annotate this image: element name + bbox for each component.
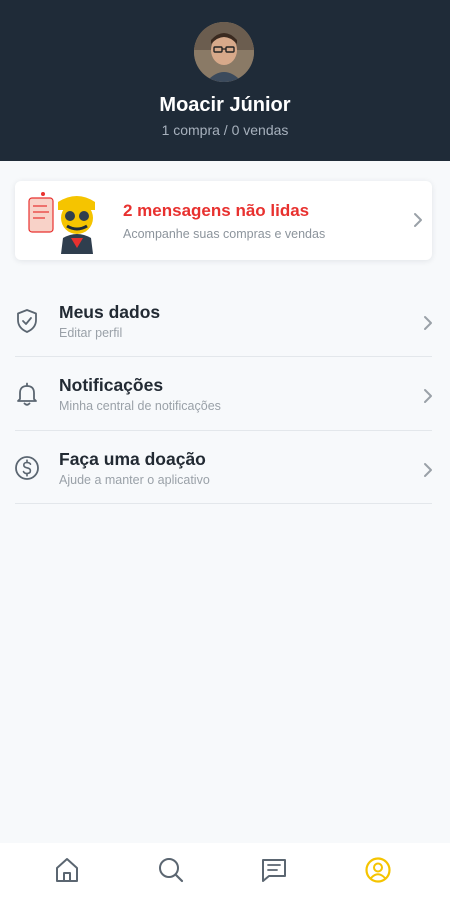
menu-item-title: Notificações	[59, 375, 164, 395]
menu-item-meus-dados[interactable]: Meus dados Editar perfil	[0, 284, 450, 358]
unread-messages-title: 2 mensagens não lidas	[123, 201, 310, 220]
search-icon[interactable]	[156, 855, 186, 885]
menu-item-doacao[interactable]: Faça uma doação Ajude a manter o aplicat…	[0, 431, 450, 505]
user-name: Moacir Júnior	[159, 94, 291, 116]
menu-item-notificacoes[interactable]: Notificações Minha central de notificaçõ…	[0, 357, 450, 431]
divider	[15, 503, 432, 504]
user-stats: 1 compra / 0 vendas	[161, 122, 289, 138]
chevron-right-icon	[424, 463, 432, 477]
profile-header: Moacir Júnior 1 compra / 0 vendas	[0, 0, 450, 161]
chevron-right-icon	[424, 389, 432, 403]
unread-messages-subtitle: Acompanhe suas compras e vendas	[123, 227, 326, 241]
messages-illustration-icon	[28, 192, 95, 254]
menu-item-subtitle: Minha central de notificações	[59, 399, 221, 413]
bell-icon	[17, 382, 37, 406]
dollar-circle-icon	[15, 456, 39, 480]
avatar[interactable]	[194, 22, 254, 82]
user-circle-icon[interactable]	[363, 855, 393, 885]
menu-item-subtitle: Ajude a manter o aplicativo	[59, 473, 210, 487]
home-icon[interactable]	[52, 855, 82, 885]
bottom-navigation	[0, 843, 450, 900]
menu-item-title: Meus dados	[59, 302, 161, 322]
menu-item-subtitle: Editar perfil	[59, 326, 123, 340]
chat-icon[interactable]	[259, 855, 289, 885]
chevron-right-icon	[424, 316, 432, 330]
chevron-right-icon	[414, 213, 422, 227]
unread-messages-card[interactable]: 2 mensagens não lidas Acompanhe suas com…	[15, 181, 432, 260]
menu-item-title: Faça uma doação	[59, 449, 206, 469]
shield-check-icon	[17, 309, 37, 333]
avatar-image	[194, 22, 254, 82]
